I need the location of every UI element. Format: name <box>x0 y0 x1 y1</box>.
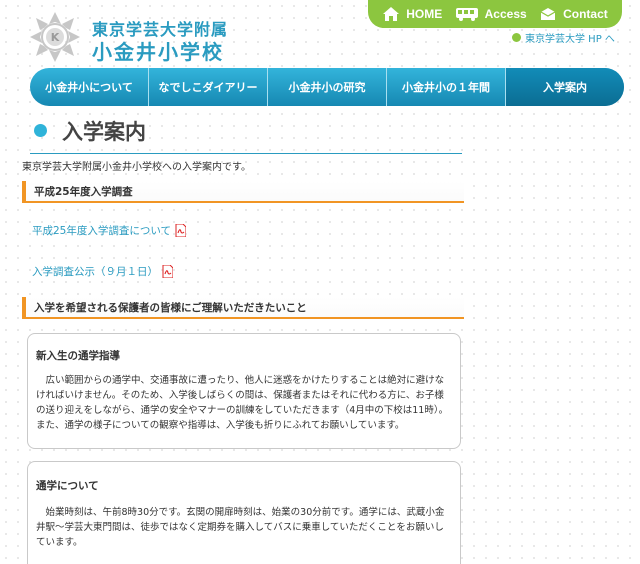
pdf-icon <box>162 265 173 278</box>
school-logo[interactable]: K <box>26 10 84 64</box>
card-title: 通学について <box>36 480 99 492</box>
top-utility-bar: HOME Access Contact <box>368 0 622 28</box>
section-heading-exam: 平成25年度入学調査 <box>22 181 464 203</box>
pdf-icon <box>175 224 187 237</box>
mail-icon <box>540 8 556 20</box>
card-commute-guidance: 新入生の通学指導 広い範囲からの通学中、交通事故に遭ったり、他人に迷惑をかけたり… <box>27 333 461 449</box>
contact-link[interactable]: Contact <box>539 6 608 22</box>
main-nav: 小金井小について なでしこダイアリー 小金井小の研究 小金井小の１年間 入学案内 <box>30 68 624 106</box>
access-link[interactable]: Access <box>455 6 527 22</box>
card-title: 新入生の通学指導 <box>36 350 120 362</box>
card-commute: 通学について 始業時刻は、午前8時30分です。玄関の開扉時刻は、始業の30分前で… <box>27 461 461 564</box>
title-bullet-icon <box>34 124 47 137</box>
page-title: 入学案内 <box>62 119 146 144</box>
nav-year[interactable]: 小金井小の１年間 <box>387 68 506 106</box>
home-icon <box>383 7 400 21</box>
svg-text:K: K <box>51 31 60 44</box>
gakugei-hp-label: 東京学芸大学 HP へ <box>525 34 615 45</box>
home-link-label: HOME <box>406 7 443 21</box>
gakugei-hp-link[interactable]: 東京学芸大学 HP へ <box>512 30 615 45</box>
exam-notice-link-label: 入学調査公示（９月１日） <box>32 266 158 278</box>
intro-text: 東京学芸大学附属小金井小学校への入学案内です。 <box>22 162 251 173</box>
card-text: 広い範囲からの通学中、交通事故に遭ったり、他人に迷惑をかけたりすることは絶対に避… <box>36 375 449 431</box>
home-link[interactable]: HOME <box>382 6 442 22</box>
nav-admission[interactable]: 入学案内 <box>506 68 624 106</box>
page-title-area: 入学案内 <box>30 112 462 154</box>
bus-icon <box>455 8 478 21</box>
access-link-label: Access <box>484 7 527 21</box>
exam-info-link[interactable]: 平成25年度入学調査について <box>32 223 187 238</box>
exam-notice-link[interactable]: 入学調査公示（９月１日） <box>32 264 173 279</box>
nav-diary[interactable]: なでしこダイアリー <box>149 68 268 106</box>
school-name-bottom[interactable]: 小金井小学校 <box>92 36 224 65</box>
bullet-icon <box>512 33 521 42</box>
nav-research[interactable]: 小金井小の研究 <box>268 68 387 106</box>
section-heading-parents: 入学を希望される保護者の皆様にご理解いただきたいこと <box>22 297 464 319</box>
nav-about[interactable]: 小金井小について <box>30 68 149 106</box>
contact-link-label: Contact <box>563 7 608 21</box>
exam-info-link-label: 平成25年度入学調査について <box>32 225 172 237</box>
card-text: 始業時刻は、午前8時30分です。玄関の開扉時刻は、始業の30分前です。通学には、… <box>36 507 445 548</box>
